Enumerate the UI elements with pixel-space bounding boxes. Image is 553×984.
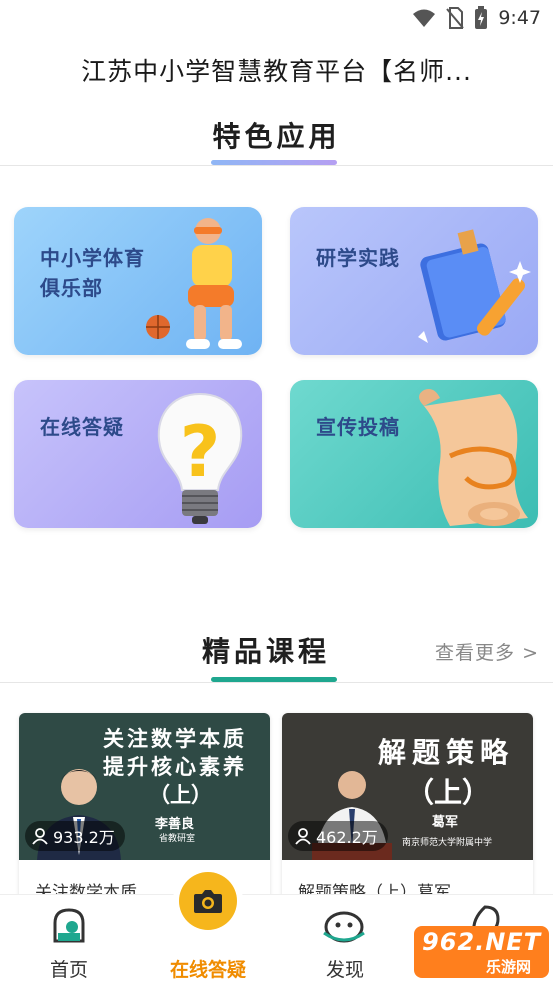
book-pen-illustration [418,229,531,343]
status-time: 9:47 [498,7,541,29]
view-more-link[interactable]: 查看更多 > [435,638,539,665]
discover-icon [323,911,365,943]
basketball-player-illustration [146,218,242,349]
battery-charging-icon [475,6,488,29]
thumb-teacher-note: 南京师范大学附属中学 [402,838,493,848]
thumb-line1: 解题策略 [378,736,515,769]
scroll-illustration [419,389,528,526]
tab-label: 首页 [49,959,88,981]
person-icon [295,828,311,845]
divider [0,165,553,166]
card-submission[interactable]: 宣传投稿 [290,380,538,528]
card-label-line1: 中小学体育 [40,246,145,270]
tab-label: 在线答疑 [169,959,246,981]
watermark-small: 乐游网 [486,958,532,976]
person-icon [32,828,48,845]
camera-button-circle [179,872,237,930]
tab-discover[interactable]: 发现 [290,895,400,984]
thumb-line3: （上） [149,782,212,807]
thumb-teacher: 李善良 [155,817,195,832]
thumb-line1: 关注数学本质 [103,726,247,751]
svg-text:?: ? [180,411,221,493]
view-count: 933.2万 [53,828,115,847]
site-watermark: 962.NET 乐游网 [414,926,549,978]
tab-home[interactable]: 首页 [14,895,124,984]
card-label: 中小学体育 俱乐部 [40,243,145,303]
card-online-qa[interactable]: 在线答疑 ? [14,380,262,528]
featured-section-title: 特色应用 [212,120,341,153]
camera-icon [194,890,222,913]
card-label: 研学实践 [316,246,400,270]
courses-section-title: 精品课程 [202,635,331,668]
thumb-teacher: 葛军 [432,815,459,830]
tab-label: 发现 [325,959,364,981]
course-thumbnail: 关注数学本质 提升核心素养 （上） 李善良 省教研室 933.2万 [19,713,270,860]
card-label: 宣传投稿 [316,415,400,439]
card-sports-club[interactable]: 中小学体育 俱乐部 [14,207,262,355]
lightbulb-question-illustration: ? [157,392,243,524]
card-research-practice[interactable]: 研学实践 [290,207,538,355]
card-label: 在线答疑 [40,415,124,439]
course-thumbnail: 解题策略 （上） 葛军 南京师范大学附属中学 462.2万 [282,713,533,860]
page-title: 江苏中小学智慧教育平台【名师... [81,57,472,86]
status-bar: 9:47 [0,0,553,36]
watermark-big: 962.NET [422,928,542,956]
camera-button[interactable] [173,866,243,936]
divider [0,682,553,683]
thumb-line2: （上） [406,776,491,809]
view-count-badge: 933.2万 [25,821,125,851]
thumb-teacher-note: 省教研室 [159,834,196,844]
card-label-line2: 俱乐部 [40,276,103,300]
view-count-badge: 462.2万 [288,821,388,851]
course-card[interactable]: 解题策略 （上） 葛军 南京师范大学附属中学 462.2万 解题策略 （上） 葛军 [282,713,533,913]
no-sim-icon [446,7,465,29]
view-count: 462.2万 [316,828,378,847]
wifi-icon [413,9,436,27]
home-icon [53,908,85,943]
status-icons: 9:47 [412,6,541,30]
